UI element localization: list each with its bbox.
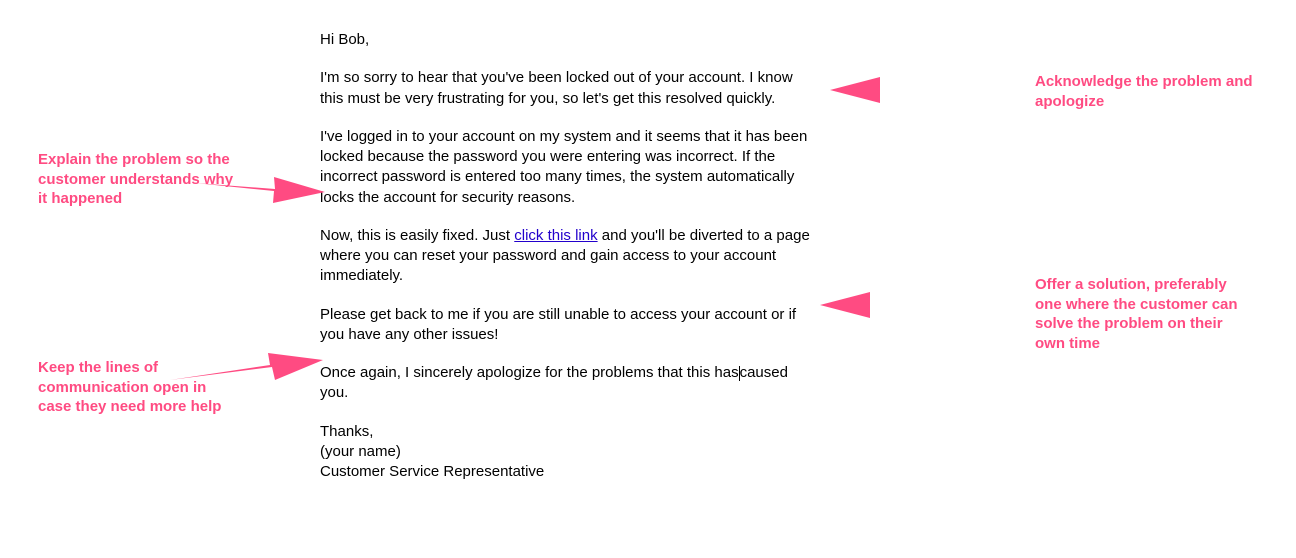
email-body: Hi Bob, I'm so sorry to hear that you've…	[320, 30, 820, 500]
para3-before: Now, this is easily fixed. Just	[320, 227, 514, 244]
closing-before: Once again, I sincerely apologize for th…	[320, 364, 739, 381]
paragraph-closing: Once again, I sincerely apologize for th…	[320, 363, 820, 404]
arrow-acknowledge-icon	[825, 65, 1025, 115]
paragraph-apology: I'm so sorry to hear that you've been lo…	[320, 68, 820, 109]
annotation-acknowledge: Acknowledge the problem and apologize	[1035, 72, 1255, 111]
sign-thanks: Thanks,	[320, 422, 820, 442]
annotation-solution: Offer a solution, preferably one where t…	[1035, 275, 1255, 353]
sign-title: Customer Service Representative	[320, 462, 820, 482]
reset-link[interactable]: click this link	[514, 227, 597, 244]
sign-name: (your name)	[320, 442, 820, 462]
greeting: Hi Bob,	[320, 30, 820, 50]
arrow-communication-icon	[165, 338, 330, 393]
signature: Thanks, (your name) Customer Service Rep…	[320, 422, 820, 483]
arrow-solution-icon	[815, 280, 1025, 330]
paragraph-explanation: I've logged in to your account on my sys…	[320, 127, 820, 208]
arrow-explain-icon	[190, 165, 330, 215]
paragraph-followup: Please get back to me if you are still u…	[320, 305, 820, 346]
paragraph-solution: Now, this is easily fixed. Just click th…	[320, 226, 820, 287]
